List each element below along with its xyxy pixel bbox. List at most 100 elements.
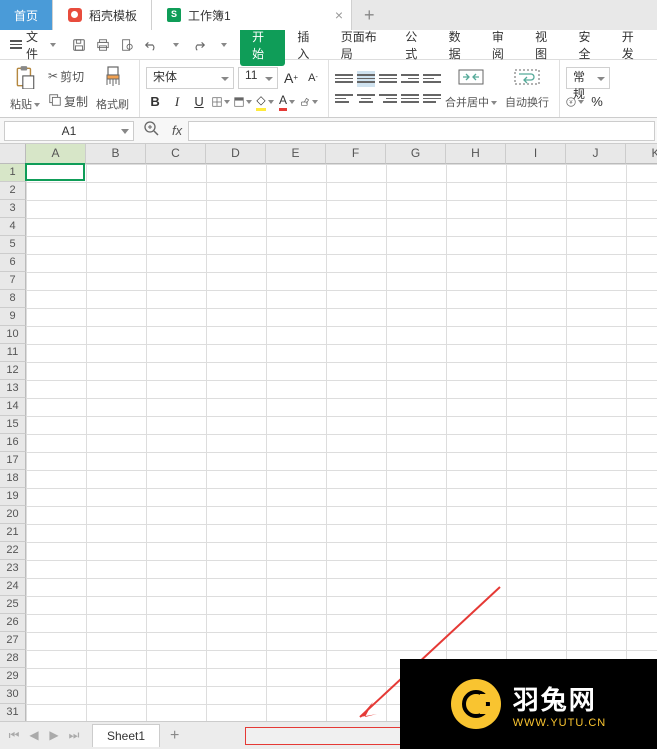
sheet-next-button[interactable]: ▶ (44, 728, 64, 743)
font-name-value: 宋体 (153, 70, 177, 84)
column-header[interactable]: F (326, 144, 386, 164)
redo-icon[interactable] (190, 36, 208, 54)
name-box[interactable]: A1 (4, 121, 134, 141)
row-header[interactable]: 21 (0, 524, 26, 542)
row-header[interactable]: 27 (0, 632, 26, 650)
cut-button[interactable]: ✂ 剪切 (44, 66, 92, 87)
column-header[interactable]: G (386, 144, 446, 164)
increase-font-icon[interactable]: A+ (282, 69, 300, 87)
row-header[interactable]: 24 (0, 578, 26, 596)
fx-label[interactable]: fx (166, 123, 188, 138)
font-name-select[interactable]: 宋体 (146, 67, 234, 89)
sheet-last-button[interactable]: ⏭ (64, 728, 84, 743)
row-header[interactable]: 22 (0, 542, 26, 560)
fill-color-button[interactable]: ◇ (256, 93, 274, 111)
merge-center-button[interactable]: 合并居中 (441, 67, 501, 110)
column-header[interactable]: I (506, 144, 566, 164)
print-icon[interactable] (94, 36, 112, 54)
column-header[interactable]: A (26, 144, 86, 164)
number-format-select[interactable]: 常规 (566, 67, 610, 89)
align-left-button[interactable] (335, 91, 353, 107)
save-icon[interactable] (70, 36, 88, 54)
row-header[interactable]: 10 (0, 326, 26, 344)
row-header[interactable]: 8 (0, 290, 26, 308)
column-header[interactable]: D (206, 144, 266, 164)
row-header[interactable]: 9 (0, 308, 26, 326)
decrease-font-icon[interactable]: A- (304, 69, 322, 87)
row-header[interactable]: 30 (0, 686, 26, 704)
format-painter-button[interactable]: 格式刷 (92, 65, 133, 112)
border-button[interactable] (212, 93, 230, 111)
clear-format-button[interactable] (300, 93, 318, 111)
row-header[interactable]: 4 (0, 218, 26, 236)
row-header[interactable]: 6 (0, 254, 26, 272)
underline-button[interactable]: U (190, 93, 208, 111)
undo-dropdown[interactable] (166, 36, 184, 54)
row-header[interactable]: 2 (0, 182, 26, 200)
percent-button[interactable]: % (588, 93, 606, 111)
row-header[interactable]: 12 (0, 362, 26, 380)
active-cell[interactable] (25, 163, 85, 181)
row-header[interactable]: 26 (0, 614, 26, 632)
close-icon[interactable]: × (335, 7, 343, 23)
align-right-button[interactable] (379, 91, 397, 107)
sheet-tab-sheet1[interactable]: Sheet1 (92, 724, 160, 747)
column-header[interactable]: B (86, 144, 146, 164)
tab-workbook[interactable]: 工作簿1 × (152, 0, 352, 30)
row-header[interactable]: 14 (0, 398, 26, 416)
align-center-button[interactable] (357, 91, 375, 107)
align-distribute-button[interactable] (423, 91, 441, 107)
row-header[interactable]: 23 (0, 560, 26, 578)
align-justify-button[interactable] (401, 91, 419, 107)
column-header[interactable]: C (146, 144, 206, 164)
column-header[interactable]: K (626, 144, 657, 164)
row-header[interactable]: 25 (0, 596, 26, 614)
align-bottom-button[interactable] (379, 71, 397, 87)
formula-input[interactable] (188, 121, 655, 141)
align-middle-button[interactable] (357, 71, 375, 87)
paste-button[interactable]: 粘贴 (6, 65, 44, 112)
tab-home[interactable]: 首页 (0, 0, 53, 30)
row-header[interactable]: 16 (0, 434, 26, 452)
row-header[interactable]: 18 (0, 470, 26, 488)
wrap-text-button[interactable]: 自动换行 (501, 67, 553, 110)
select-all-corner[interactable] (0, 144, 26, 164)
row-header[interactable]: 31 (0, 704, 26, 722)
row-header[interactable]: 15 (0, 416, 26, 434)
row-header[interactable]: 20 (0, 506, 26, 524)
align-top-button[interactable] (335, 71, 353, 87)
row-header[interactable]: 17 (0, 452, 26, 470)
row-header[interactable]: 11 (0, 344, 26, 362)
alignment-group: 合并居中 自动换行 (329, 60, 560, 117)
row-header[interactable]: 7 (0, 272, 26, 290)
row-header[interactable]: 5 (0, 236, 26, 254)
row-header[interactable]: 29 (0, 668, 26, 686)
row-header[interactable]: 13 (0, 380, 26, 398)
cell-style-button[interactable] (234, 93, 252, 111)
ribbon-tab-dev[interactable]: 开发 (612, 24, 653, 66)
row-header[interactable]: 1 (0, 164, 26, 182)
row-header[interactable]: 3 (0, 200, 26, 218)
copy-button[interactable]: 复制 (44, 91, 92, 112)
print-preview-icon[interactable] (118, 36, 136, 54)
bold-button[interactable]: B (146, 93, 164, 111)
add-sheet-button[interactable]: + (160, 727, 189, 745)
column-headers: ABCDEFGHIJK (26, 144, 657, 164)
font-color-button[interactable]: A (278, 93, 296, 111)
font-size-select[interactable]: 11 (238, 67, 278, 89)
column-header[interactable]: J (566, 144, 626, 164)
row-header[interactable]: 28 (0, 650, 26, 668)
column-header[interactable]: H (446, 144, 506, 164)
sheet-prev-button[interactable]: ◀ (24, 728, 44, 743)
increase-indent-button[interactable] (423, 71, 441, 87)
qat-customize[interactable] (214, 36, 232, 54)
column-header[interactable]: E (266, 144, 326, 164)
decrease-indent-button[interactable] (401, 71, 419, 87)
file-menu[interactable]: 文件 (4, 28, 62, 62)
row-header[interactable]: 19 (0, 488, 26, 506)
tab-docer[interactable]: 稻壳模板 (53, 0, 152, 30)
zoom-reference-icon[interactable] (138, 121, 166, 140)
italic-button[interactable]: I (168, 93, 186, 111)
sheet-first-button[interactable]: ⏮ (4, 728, 24, 743)
undo-icon[interactable] (142, 36, 160, 54)
